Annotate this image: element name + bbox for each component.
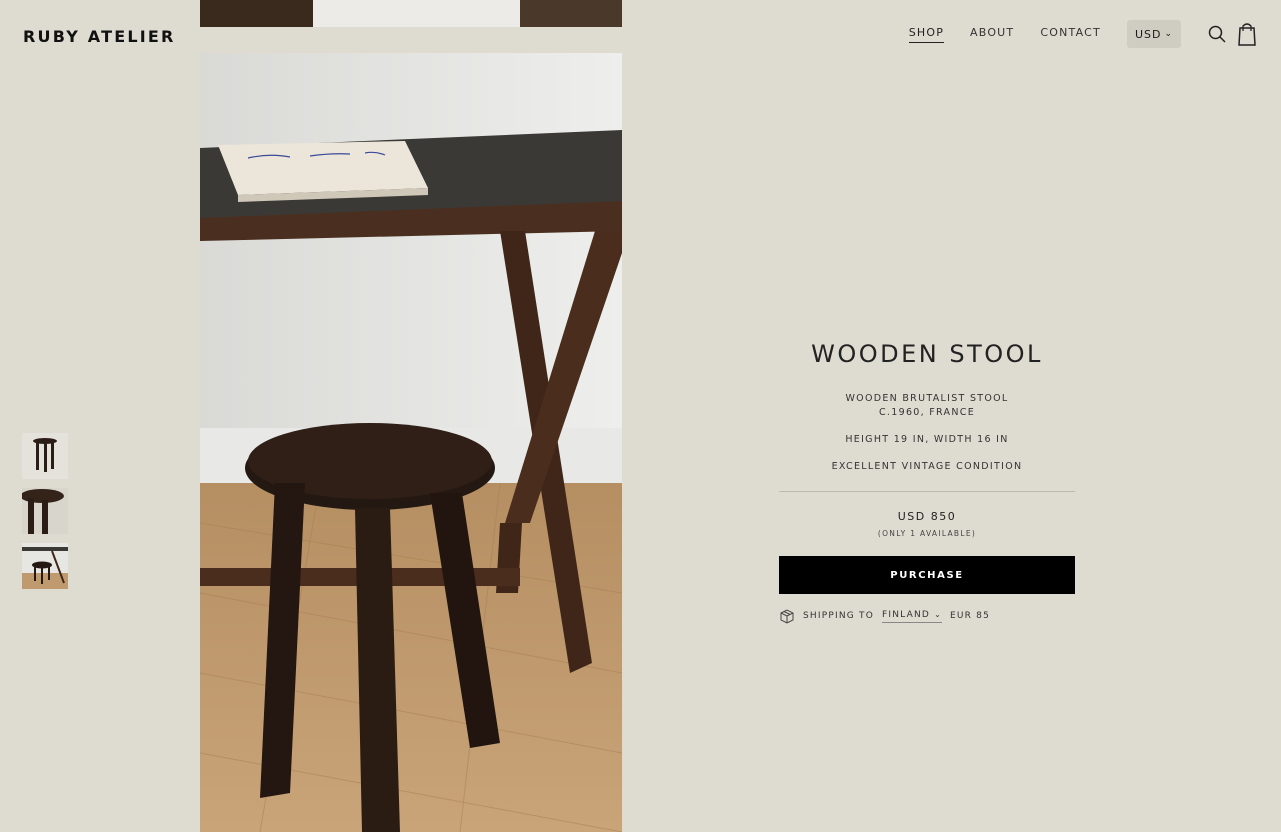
shopping-bag-icon[interactable] (1237, 22, 1257, 46)
product-description: WOODEN BRUTALIST STOOL C.1960, FRANCE HE… (779, 392, 1075, 474)
nav-shop[interactable]: SHOP (908, 26, 945, 43)
shipping-country: FINLAND (882, 609, 931, 620)
product-title: WOODEN STOOL (811, 340, 1043, 368)
chevron-down-icon: ⌄ (934, 609, 942, 619)
product-photo[interactable] (200, 53, 622, 832)
description-line-2: C.1960, FRANCE (879, 407, 975, 418)
shipping-cost: EUR 85 (949, 611, 991, 621)
brand-logo[interactable]: RUBY ATELIER (23, 27, 176, 46)
thumbnail-strip (22, 433, 68, 598)
description-line-1: WOODEN BRUTALIST STOOL (845, 393, 1009, 404)
purchase-button[interactable]: PURCHASE (779, 556, 1075, 594)
chevron-down-icon: ⌄ (1164, 29, 1173, 39)
divider (779, 491, 1075, 492)
currency-selector[interactable]: USD ⌄ (1126, 20, 1181, 48)
product-image-column (200, 0, 622, 832)
product-condition: EXCELLENT VINTAGE CONDITION (831, 461, 1023, 472)
top-nav: SHOP ABOUT CONTACT USD ⌄ (908, 18, 1257, 50)
availability-note: (ONLY 1 AVAILABLE) (877, 529, 977, 538)
shipping-label: SHIPPING TO (803, 611, 874, 621)
product-info: WOODEN STOOL WOODEN BRUTALIST STOOL C.19… (779, 340, 1075, 624)
shipping-country-select[interactable]: FINLAND ⌄ (882, 610, 942, 623)
thumbnail-3[interactable] (22, 543, 68, 589)
package-icon (779, 608, 795, 624)
previous-product-image (200, 0, 622, 27)
thumbnail-1[interactable] (22, 433, 68, 479)
search-icon[interactable] (1207, 22, 1227, 46)
thumbnail-2[interactable] (22, 488, 68, 534)
nav-about[interactable]: ABOUT (970, 26, 1014, 42)
nav-contact[interactable]: CONTACT (1040, 26, 1101, 42)
shipping-row: SHIPPING TO FINLAND ⌄ EUR 85 (779, 608, 1075, 624)
product-price: USD 850 (897, 510, 957, 523)
currency-value: USD (1134, 27, 1162, 41)
product-dimensions: HEIGHT 19 IN, WIDTH 16 IN (845, 434, 1009, 445)
